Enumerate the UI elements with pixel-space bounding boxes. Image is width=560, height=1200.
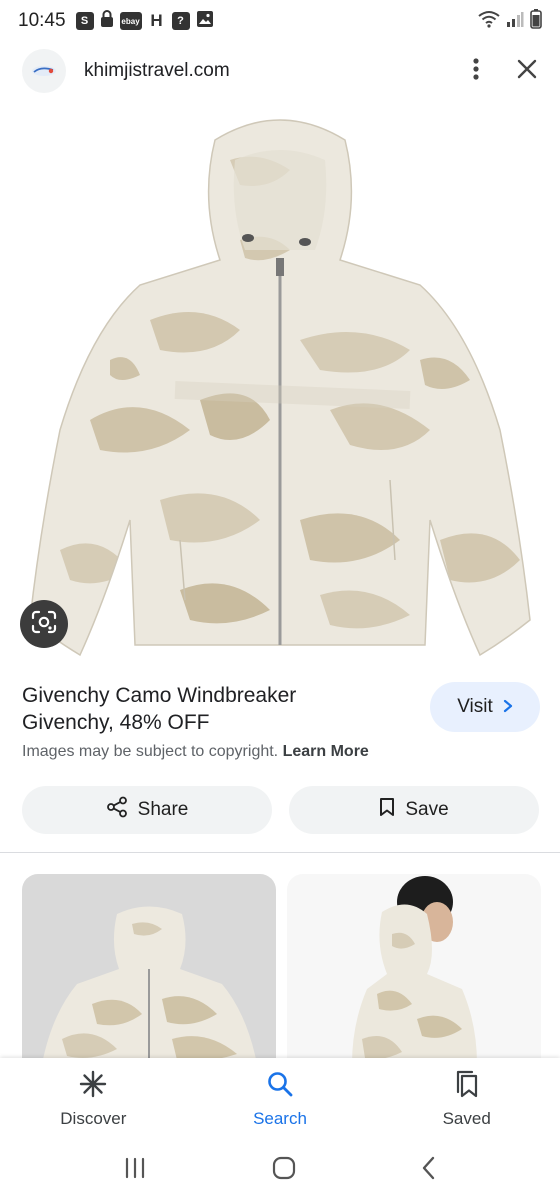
status-bar: 10:45 S ebay H ? [0,0,560,42]
save-button[interactable]: Save [289,786,539,834]
share-label: Share [137,799,189,820]
close-icon[interactable] [516,58,538,85]
product-info: Givenchy Camo Windbreaker Givenchy, 48% … [22,682,412,736]
lock-icon [100,9,114,33]
learn-more-link[interactable]: Learn More [283,743,369,760]
product-image[interactable] [0,100,560,660]
wifi-icon [478,10,500,33]
divider [0,852,560,853]
h-app-icon: H [150,11,163,30]
gallery-icon [196,10,214,33]
signal-icon [506,11,524,32]
url-bar: khimjistravel.com [0,44,560,98]
google-lens-button[interactable] [20,600,68,648]
status-time: 10:45 [18,10,66,31]
visit-button[interactable]: Visit [430,682,540,732]
bottom-navigation: Discover Search Saved [0,1058,560,1140]
search-icon [266,1070,294,1103]
save-label: Save [405,799,449,820]
nav-saved[interactable]: Saved [373,1058,560,1140]
copyright-notice: Images may be subject to copyright. Lear… [22,743,369,761]
nav-saved-label: Saved [442,1108,491,1128]
lens-icon [31,610,57,639]
back-icon[interactable] [421,1156,437,1185]
home-icon[interactable] [272,1156,296,1185]
related-jacket-2 [352,876,477,1064]
asterisk-icon [79,1070,107,1103]
nav-discover[interactable]: Discover [0,1058,187,1140]
bookmark-icon [379,797,395,823]
related-image-2[interactable] [287,874,541,1064]
product-subtitle: Givenchy, 48% OFF [22,711,210,734]
recent-apps-icon[interactable] [123,1157,147,1184]
status-right [478,8,542,34]
ebay-icon: ebay [119,12,142,30]
visit-label: Visit [457,696,493,717]
bookmarks-icon [454,1070,480,1103]
related-jacket-1 [42,906,257,1064]
nav-search-label: Search [253,1108,307,1128]
notification-icons: S ebay H ? [75,9,214,33]
s-app-icon: S [75,12,94,30]
system-navigation-bar [0,1140,560,1200]
more-options-icon[interactable] [472,57,480,86]
copyright-text: Images may be subject to copyright. [22,743,279,760]
share-button[interactable]: Share [22,786,272,834]
chevron-right-icon [503,697,513,718]
share-icon [106,796,128,824]
product-title: Givenchy Camo Windbreaker [22,684,297,707]
nav-search[interactable]: Search [187,1058,374,1140]
help-icon: ? [171,12,190,30]
windbreaker-illustration [29,119,531,657]
related-image-1[interactable] [22,874,276,1064]
site-favicon[interactable] [22,49,66,93]
site-domain[interactable]: khimjistravel.com [84,60,230,82]
nav-discover-label: Discover [60,1108,127,1128]
battery-icon [530,8,542,34]
